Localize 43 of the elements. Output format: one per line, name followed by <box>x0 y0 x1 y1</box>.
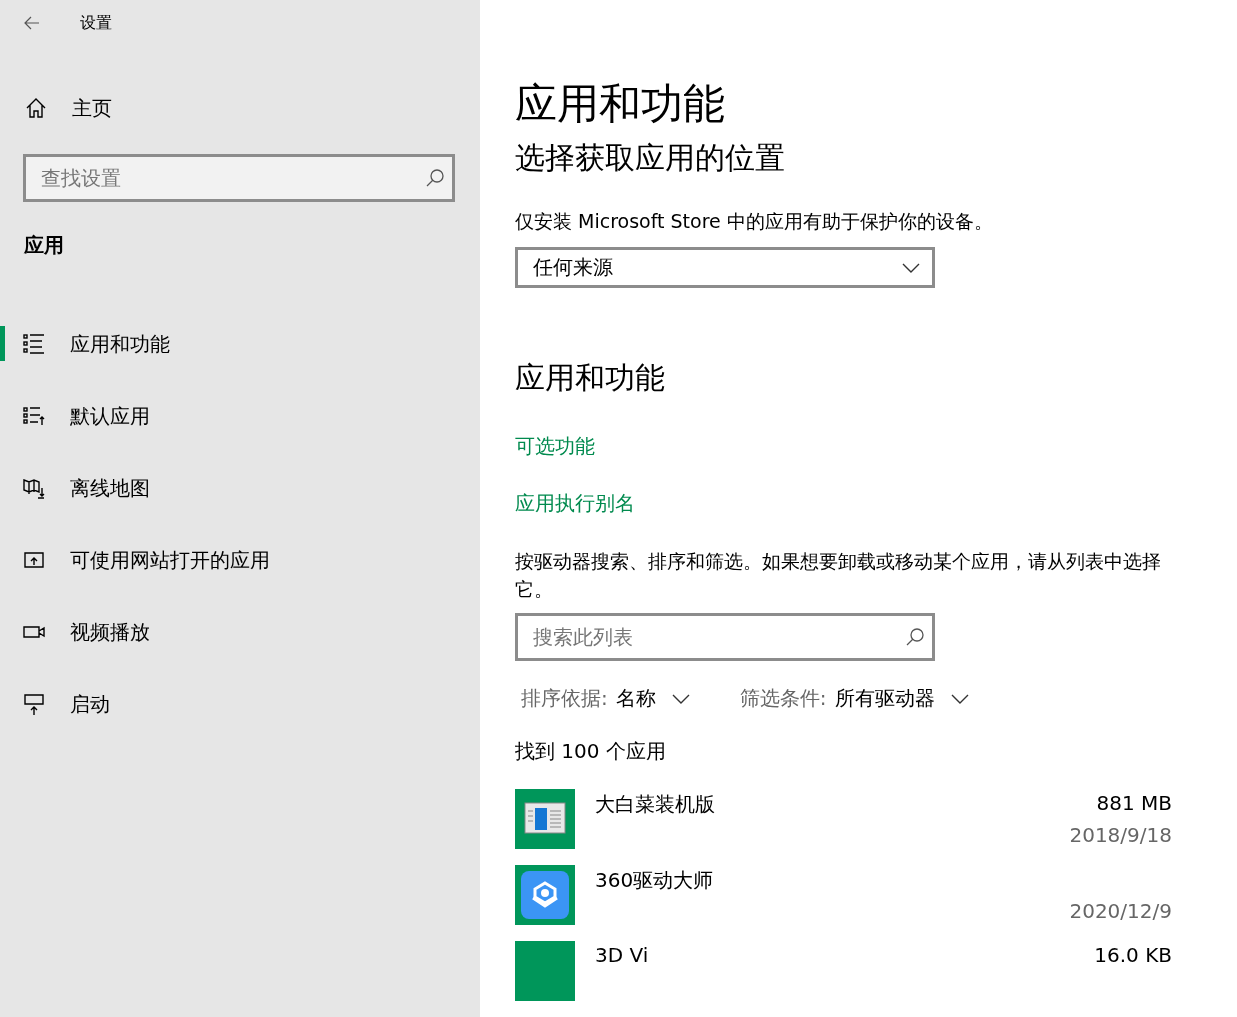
app-name[interactable]: 360驱动大师 <box>595 868 714 893</box>
nav-item[interactable]: 离线地图 <box>0 452 480 524</box>
nav-item[interactable]: 默认应用 <box>0 380 480 452</box>
filter-dropdown[interactable]: 筛选条件: 所有驱动器 <box>739 685 969 713</box>
chevron-down-icon <box>902 262 920 273</box>
home-link[interactable]: 主页 <box>72 94 112 122</box>
nav-item[interactable]: 视频播放 <box>0 596 480 668</box>
nav-item[interactable]: 应用和功能 <box>0 308 480 380</box>
section-heading: 应用 <box>24 233 64 257</box>
app-name[interactable]: 3D Vi <box>595 943 649 968</box>
app-size: 881 MB <box>1096 791 1172 816</box>
app-size: 16.0 KB <box>1094 943 1172 968</box>
list-icon <box>22 332 46 356</box>
gear-icon <box>515 865 575 926</box>
app-count: 找到 100 个应用 <box>515 738 667 766</box>
app-icon <box>515 941 575 1002</box>
app-date: 2020/12/9 <box>1069 899 1172 924</box>
search-icon <box>425 168 445 188</box>
search-icon <box>905 627 925 648</box>
chevron-down-icon <box>671 693 690 704</box>
section-heading: 选择获取应用的位置 <box>515 139 786 177</box>
source-dropdown[interactable]: 任何来源 <box>515 247 935 289</box>
back-arrow-icon[interactable] <box>24 15 40 31</box>
settings-link[interactable]: 可选功能 <box>515 434 595 459</box>
settings-link[interactable]: 应用执行别名 <box>515 491 635 516</box>
app-name[interactable]: 大白菜装机版 <box>595 792 715 817</box>
settings-search-field[interactable]: 查找设置 <box>23 154 455 202</box>
description-text: 按驱动器搜索、排序和筛选。如果想要卸载或移动某个应用，请从列表中选择它。 <box>515 549 1162 603</box>
page-title: 应用和功能 <box>515 78 726 130</box>
app-date: 2018/9/18 <box>1069 823 1172 848</box>
section-heading: 应用和功能 <box>515 359 666 398</box>
nav-item[interactable]: 启动 <box>0 668 480 740</box>
sort-dropdown[interactable]: 排序依据: 名称 <box>521 685 690 713</box>
nav-item[interactable]: 可使用网站打开的应用 <box>0 524 480 596</box>
window-title: 设置 <box>80 12 112 34</box>
chevron-down-icon <box>950 693 969 704</box>
monitor-arrow-icon <box>22 692 46 716</box>
list-arrow-icon <box>22 404 46 428</box>
description-text: 仅安装 Microsoft Store 中的应用有助于保护你的设备。 <box>515 209 994 234</box>
home-icon <box>24 96 48 120</box>
map-icon <box>22 476 46 500</box>
list-search-field[interactable]: 搜索此列表 <box>515 613 935 662</box>
window-icon <box>515 789 575 850</box>
